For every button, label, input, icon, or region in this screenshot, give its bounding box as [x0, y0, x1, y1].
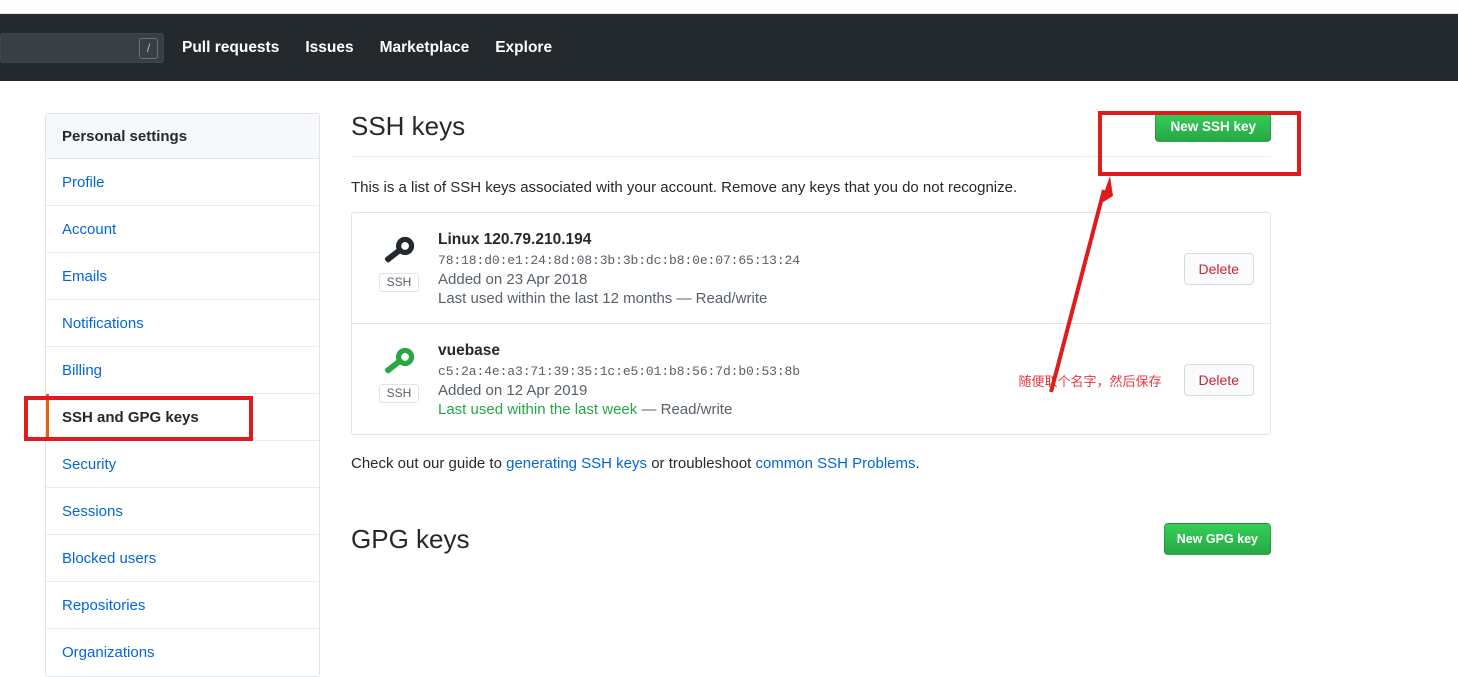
sidebar-item-blocked-users[interactable]: Blocked users — [46, 535, 319, 582]
sidebar-item-ssh-and-gpg-keys[interactable]: SSH and GPG keys — [46, 394, 319, 441]
sidebar-item-repositories[interactable]: Repositories — [46, 582, 319, 629]
search-box[interactable]: / — [0, 32, 164, 63]
key-fingerprint: c5:2a:4e:a3:71:39:35:1c:e5:01:b8:56:7d:b… — [438, 364, 800, 379]
delete-key-button[interactable]: Delete — [1183, 364, 1254, 396]
search-input[interactable] — [1, 34, 129, 61]
ssh-help-text: Check out our guide to generating SSH ke… — [351, 455, 1271, 472]
delete-key-button[interactable]: Delete — [1183, 253, 1254, 285]
key-last-used-period: Last used within the last week — [438, 401, 638, 418]
ssh-keys-list: SSH Linux 120.79.210.194 78:18:d0:e1:24:… — [351, 212, 1271, 435]
ssh-keys-description: This is a list of SSH keys associated wi… — [351, 179, 1018, 196]
nav-item-explore[interactable]: Explore — [495, 39, 552, 57]
browser-top-strip — [0, 0, 1458, 14]
key-name: vuebase — [438, 342, 501, 359]
nav-item-pull-requests[interactable]: Pull requests — [182, 39, 279, 57]
key-details: Linux 120.79.210.194 78:18:d0:e1:24:8d:0… — [430, 231, 1184, 307]
main-content: SSH keys New SSH key This is a list of S… — [351, 81, 1271, 569]
sidebar-item-sessions[interactable]: Sessions — [46, 488, 319, 535]
sidebar-item-account[interactable]: Account — [46, 206, 319, 253]
key-last-used: Last used within the last week — Read/wr… — [438, 401, 1019, 418]
new-ssh-key-button[interactable]: New SSH key — [1155, 111, 1271, 142]
generating-ssh-keys-link[interactable]: generating SSH keys — [506, 455, 647, 472]
gpg-keys-title: GPG keys — [351, 523, 470, 554]
key-name: Linux 120.79.210.194 — [438, 231, 592, 248]
key-fingerprint: 78:18:d0:e1:24:8d:08:3b:3b:dc:b8:0e:07:6… — [438, 253, 800, 268]
common-ssh-problems-link[interactable]: common SSH Problems — [755, 455, 915, 472]
key-icon-column: SSH — [368, 231, 430, 293]
ssh-keys-section-header: SSH keys New SSH key — [351, 81, 1271, 157]
key-access-scope: — Read/write — [637, 401, 733, 418]
gpg-keys-section-header: GPG keys New GPG key — [351, 487, 1271, 569]
key-added-date: Added on 12 Apr 2019 — [438, 382, 588, 399]
new-gpg-key-button[interactable]: New GPG key — [1163, 523, 1271, 555]
sidebar-item-billing[interactable]: Billing — [46, 347, 319, 394]
key-access-scope: — Read/write — [672, 290, 768, 307]
help-middle: or troubleshoot — [647, 455, 756, 472]
ssh-key-row: SSH Linux 120.79.210.194 78:18:d0:e1:24:… — [352, 213, 1270, 324]
ssh-badge: SSH — [378, 273, 420, 293]
slash-shortcut-badge: / — [139, 37, 158, 59]
key-icon — [384, 347, 415, 374]
key-last-used: Last used within the last 12 months — Re… — [438, 290, 1184, 307]
sidebar-title: Personal settings — [46, 114, 319, 159]
sidebar-item-profile[interactable]: Profile — [46, 159, 319, 206]
help-suffix: . — [915, 455, 920, 472]
key-added-date: Added on 23 Apr 2018 — [438, 271, 588, 288]
annotation-note-text: 随便取个名字，然后保存 — [1018, 373, 1162, 389]
sidebar-item-organizations[interactable]: Organizations — [46, 629, 319, 676]
sidebar-item-emails[interactable]: Emails — [46, 253, 319, 300]
ssh-key-row: SSH vuebase c5:2a:4e:a3:71:39:35:1c:e5:0… — [352, 324, 1270, 434]
global-header: / Pull requests Issues Marketplace Explo… — [0, 14, 1458, 81]
nav-item-marketplace[interactable]: Marketplace — [380, 39, 470, 57]
key-details: vuebase c5:2a:4e:a3:71:39:35:1c:e5:01:b8… — [430, 342, 1019, 418]
settings-sidebar: Personal settings Profile Account Emails… — [45, 113, 320, 677]
key-icon-column: SSH — [368, 342, 430, 404]
sidebar-item-security[interactable]: Security — [46, 441, 319, 488]
page-body: Personal settings Profile Account Emails… — [0, 81, 1458, 677]
help-prefix: Check out our guide to — [351, 455, 507, 472]
header-nav: Pull requests Issues Marketplace Explore — [182, 39, 552, 57]
page-title: SSH keys — [351, 111, 466, 141]
key-last-used-period: Last used within the last 12 months — [438, 290, 673, 307]
key-icon — [384, 236, 415, 263]
nav-item-issues[interactable]: Issues — [305, 39, 353, 57]
sidebar-item-notifications[interactable]: Notifications — [46, 300, 319, 347]
ssh-badge: SSH — [378, 384, 420, 404]
